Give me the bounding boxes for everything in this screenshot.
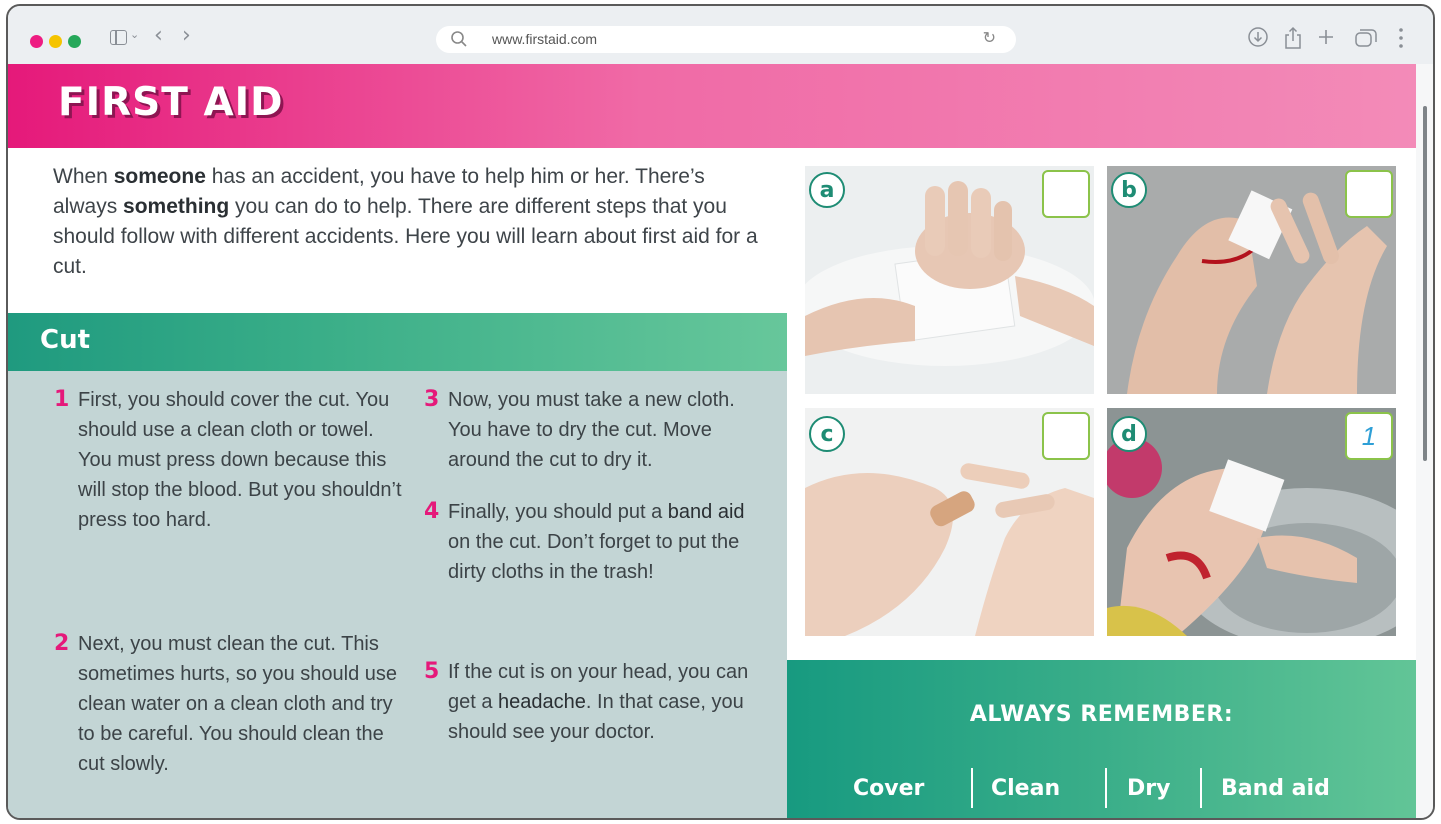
step-number: 3: [424, 387, 440, 412]
divider: [1105, 768, 1107, 808]
step-number: 5: [424, 659, 440, 684]
divider: [1200, 768, 1202, 808]
chevron-down-icon[interactable]: ⌄: [130, 28, 139, 41]
photo-letter-b: b: [1111, 172, 1147, 208]
step-4: 4 Finally, you should put a band aid on …: [424, 497, 748, 587]
remember-item-dry: Dry: [1127, 776, 1171, 801]
intro-paragraph: When someone has an accident, you have t…: [53, 162, 763, 282]
step-text: If the cut is on your head, you can get …: [448, 661, 748, 743]
step-number: 2: [54, 631, 70, 656]
vertical-scrollbar[interactable]: [1416, 64, 1433, 818]
scrollbar-thumb[interactable]: [1423, 106, 1427, 461]
photo-b: b: [1107, 166, 1396, 394]
step-number: 1: [54, 387, 70, 412]
browser-window: ⌄ ‹ › www.firstaid.com ↻ FIRST AID When …: [6, 4, 1435, 820]
cut-steps: 1 First, you should cover the cut. You s…: [8, 371, 787, 818]
photo-letter-d: d: [1111, 416, 1147, 452]
cut-section-header: Cut: [8, 313, 787, 371]
tabs-overview-icon[interactable]: [1353, 26, 1379, 53]
divider: [971, 768, 973, 808]
new-tab-icon[interactable]: [1315, 26, 1337, 53]
remember-item-cover: Cover: [853, 776, 925, 801]
share-icon[interactable]: [1282, 26, 1304, 55]
step-keyword: band aid: [667, 501, 745, 523]
forward-arrow-icon[interactable]: ›: [182, 23, 191, 48]
photo-grid: a b c d 1: [787, 148, 1416, 660]
answer-box-a[interactable]: [1042, 170, 1090, 218]
search-icon: [450, 30, 468, 52]
step-text: Finally, you should put a band aid on th…: [448, 501, 745, 583]
photo-c: c: [805, 408, 1094, 636]
step-number: 4: [424, 499, 440, 524]
step-text: Next, you must clean the cut. This somet…: [78, 633, 398, 775]
cut-section-title: Cut: [40, 325, 91, 355]
page-content: FIRST AID When someone has an accident, …: [8, 64, 1418, 818]
step-text-part: on the cut. Don’t forget to put the dirt…: [448, 531, 740, 583]
intro-keyword-something: something: [123, 195, 230, 218]
browser-toolbar: ⌄ ‹ › www.firstaid.com ↻: [8, 6, 1433, 64]
step-text: Now, you must take a new cloth. You have…: [448, 389, 735, 471]
reload-icon[interactable]: ↻: [983, 28, 996, 47]
intro-section: When someone has an accident, you have t…: [8, 148, 787, 313]
answer-box-d[interactable]: 1: [1345, 412, 1393, 460]
more-options-icon[interactable]: [1397, 26, 1405, 55]
photo-letter-a: a: [809, 172, 845, 208]
close-window-button[interactable]: [30, 35, 43, 48]
remember-title: ALWAYS REMEMBER:: [969, 702, 1234, 727]
answer-box-c[interactable]: [1042, 412, 1090, 460]
intro-text-part: When: [53, 165, 114, 188]
step-5: 5 If the cut is on your head, you can ge…: [424, 657, 763, 747]
url-text[interactable]: www.firstaid.com: [492, 31, 597, 47]
back-arrow-icon[interactable]: ‹: [154, 23, 163, 48]
page-header: FIRST AID: [8, 64, 1418, 148]
page-title: FIRST AID: [58, 80, 284, 125]
always-remember-panel: ALWAYS REMEMBER: Cover Clean Dry Band ai…: [787, 660, 1416, 818]
photo-a: a: [805, 166, 1094, 394]
answer-box-b[interactable]: [1345, 170, 1393, 218]
address-bar[interactable]: www.firstaid.com ↻: [436, 26, 1016, 53]
photo-letter-c: c: [809, 416, 845, 452]
sidebar-toggle-icon[interactable]: [110, 30, 127, 45]
step-keyword: headache: [498, 691, 586, 713]
zoom-window-button[interactable]: [68, 35, 81, 48]
step-text: First, you should cover the cut. You sho…: [78, 389, 402, 531]
download-icon[interactable]: [1247, 26, 1269, 53]
step-1: 1 First, you should cover the cut. You s…: [54, 385, 408, 535]
step-text-part: Finally, you should put a: [448, 501, 668, 523]
remember-item-band-aid: Band aid: [1221, 776, 1330, 801]
remember-item-clean: Clean: [991, 776, 1061, 801]
intro-keyword-someone: someone: [113, 165, 206, 188]
photo-d: d 1: [1107, 408, 1396, 636]
step-2: 2 Next, you must clean the cut. This som…: [54, 629, 398, 779]
step-3: 3 Now, you must take a new cloth. You ha…: [424, 385, 753, 475]
minimize-window-button[interactable]: [49, 35, 62, 48]
